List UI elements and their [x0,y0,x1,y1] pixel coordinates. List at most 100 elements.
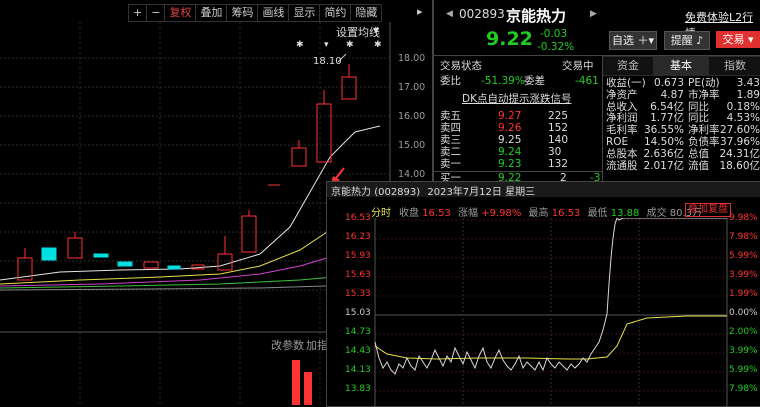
tab-intraday[interactable]: 分时 [371,204,391,219]
ask1-price: 9.23 [498,158,522,170]
fund-label2-2: 同比 [688,100,709,113]
chips-button[interactable]: 筹码 [226,4,258,22]
alert-label: 提醒 [670,34,693,47]
price-tick-17: 17.00 [398,82,426,93]
fund-label2-6: 总值 [688,147,709,160]
chevron-down-icon: ▾ [744,33,754,46]
overlay-review-button[interactable]: 叠加复盘 [685,203,731,217]
right-tick-6: 2.00% [729,327,758,337]
display-button[interactable]: 显示 [288,4,320,22]
right-tick-5: 0.00% [729,308,758,318]
zoom-in-button[interactable]: + [128,4,147,22]
fund-value-5: 14.50% [643,136,684,148]
fund-value2-1: 1.89 [736,88,760,101]
zoom-out-button[interactable]: − [146,4,165,22]
add-indicator-link[interactable]: 加指 [306,337,328,353]
tab-fundamentals[interactable]: 基本 [654,56,708,76]
price-tick-14: 14.00 [398,169,426,180]
left-tick-2: 15.93 [345,251,371,261]
toolbar-expand-icon[interactable]: ▸ [417,5,423,18]
fund-value2-5: 37.96% [719,136,760,148]
popup-stats: 收盘 16.53 涨幅 +9.98% 最高 16.53 最低 13.88 成交 … [399,204,702,219]
ask4-label: 卖四 [440,122,461,134]
ask5-vol: 225 [548,110,569,122]
trade-label: 交易 [722,33,745,46]
fund-label2-1: 市净率 [688,88,720,101]
fund-value2-0: 3.43 [736,77,760,89]
info-tabs: 资金 基本 指数 [602,56,760,76]
stock-code: 002893 [459,7,505,21]
fund-label2-5: 负债率 [688,136,720,148]
fund-label-7: 流通股 [606,159,638,172]
fund-label2-0: PE(动) [688,77,720,89]
ask4-vol: 152 [548,122,569,134]
fund-value-7: 2.017亿 [643,159,684,172]
marker-down-icon: ▾ [324,40,329,50]
overlay-button[interactable]: 叠加 [195,4,227,22]
tabs-left-border [602,56,603,181]
fund-label-2: 总收入 [606,100,638,113]
tab-capital[interactable]: 资金 [602,56,654,76]
left-tick-6: 14.73 [345,327,371,337]
right-tick-1: 7.98% [729,232,758,242]
ask2-price: 9.24 [498,146,522,158]
ask1-vol: 132 [548,158,569,170]
popup-title-code: (002893) [374,187,421,198]
fund-value-4: 36.55% [643,124,684,137]
fund-value2-7: 18.60亿 [719,159,760,172]
fund-label-6: 总股本 [606,147,638,160]
fund-value2-6: 24.31亿 [719,147,760,160]
fund-value2-3: 4.53% [726,112,760,125]
price-change: -0.03 [540,28,568,40]
marker-star-icon: ✱ [296,40,304,50]
marker-star-icon-2: ✱ [346,40,354,50]
plus-icon: ＋▾ [633,34,655,47]
right-tick-3: 3.99% [729,270,758,280]
last-price: 9.22 [486,28,533,50]
left-tick-7: 14.43 [345,346,371,356]
price-tick-18: 18.00 [398,53,426,64]
ask2-vol: 30 [548,146,562,158]
left-tick-0: 16.53 [345,213,371,223]
restore-rights-button[interactable]: 复权 [164,4,196,22]
order-ratio-label: 委比 [440,75,461,87]
edit-params-link[interactable]: 改参数 [271,337,304,353]
trade-button[interactable]: 交易 ▾ [716,31,760,48]
fund-value2-2: 0.18% [726,100,760,113]
simple-button[interactable]: 简约 [319,4,351,22]
price-change-pct: -0.32% [537,41,575,53]
popup-title-date: 2023年7月12日 星期三 [427,187,536,198]
bell-icon: ♪ [692,34,704,47]
right-tick-9: 7.98% [729,384,758,394]
ask5-price: 9.27 [498,110,522,122]
order-diff-label: 委差 [524,75,545,87]
ask2-label: 卖二 [440,146,461,158]
left-tick-3: 15.63 [345,270,371,280]
fund-label2-3: 同比 [688,112,709,125]
hide-button[interactable]: 隐藏 [350,4,383,22]
ma-settings-chevron-icon[interactable]: ▼ [373,26,379,35]
fund-value-6: 2.636亿 [643,147,684,160]
draw-line-button[interactable]: 画线 [257,4,289,22]
price-tick-16: 16.00 [398,111,426,122]
next-stock-icon[interactable]: ▶ [590,9,597,19]
prev-stock-icon[interactable]: ◀ [446,9,453,19]
fund-value-1: 4.87 [660,88,684,101]
left-tick-5: 15.03 [345,308,371,318]
price-tick-15: 15.00 [398,140,426,151]
tab-index[interactable]: 指数 [708,56,760,76]
ask1-label: 卖一 [440,158,461,170]
right-tick-0: 9.98% [729,213,758,223]
left-tick-9: 13.83 [345,384,371,394]
alert-button[interactable]: 提醒 ♪ [664,31,710,50]
fund-label-1: 净资产 [606,88,638,101]
dk-signal-link[interactable]: DK点自动提示涨跌信号 [462,93,571,105]
ask3-vol: 140 [548,134,569,146]
ask3-price: 9.25 [498,134,522,146]
add-watchlist-label: 自选 [611,34,634,47]
fund-label2-7: 流值 [688,159,709,172]
add-watchlist-button[interactable]: 自选 ＋▾ [609,31,657,50]
right-tick-8: 5.99% [729,365,758,375]
marker-star-icon-3: ✱ [374,40,382,50]
stock-name: 京能热力 [506,7,567,25]
